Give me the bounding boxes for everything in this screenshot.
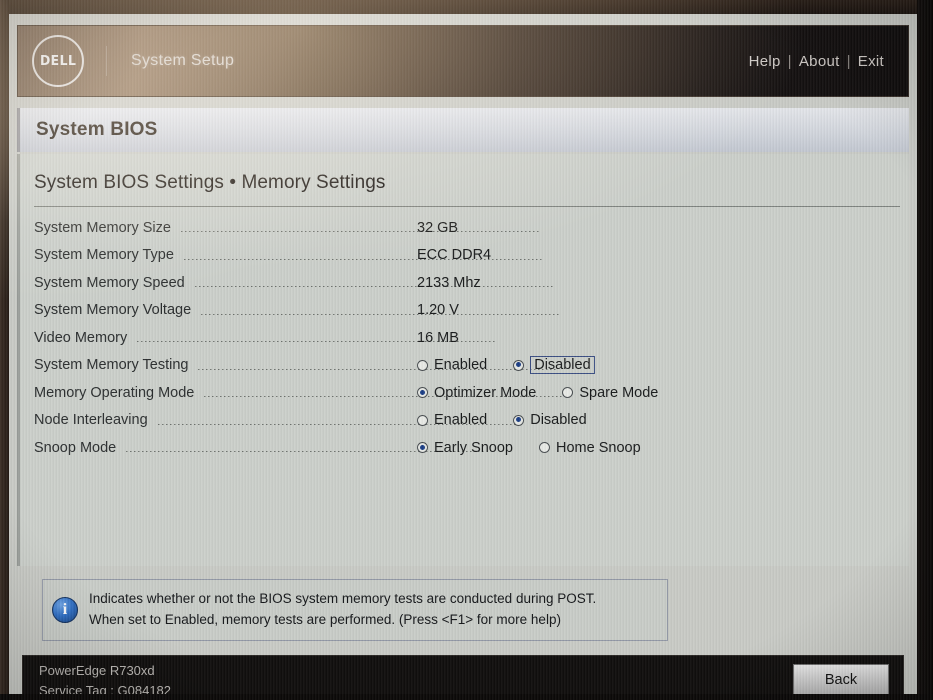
radio-option-label: Spare Mode bbox=[579, 384, 659, 401]
setting-value: 2133 Mhz bbox=[417, 274, 481, 291]
setting-value-area: Early Snoop Home Snoop bbox=[417, 434, 641, 462]
radio-group: Optimizer Mode Spare Mode bbox=[417, 385, 658, 401]
back-button[interactable]: Back bbox=[793, 664, 889, 695]
help-line-1: Indicates whether or not the BIOS system… bbox=[89, 591, 597, 607]
radio-option[interactable]: Disabled bbox=[513, 356, 595, 375]
bios-screen: DELL System Setup Help | About | Exit Sy… bbox=[9, 14, 917, 700]
radio-option-label: Early Snoop bbox=[434, 439, 513, 456]
dell-logo-text: DELL bbox=[39, 53, 77, 69]
radio-unselected-icon[interactable] bbox=[539, 442, 550, 454]
radio-option-label: Home Snoop bbox=[556, 439, 641, 456]
radio-option[interactable]: Disabled bbox=[513, 412, 587, 429]
setting-label: Node Interleaving bbox=[34, 412, 148, 429]
radio-option[interactable]: Spare Mode bbox=[562, 385, 658, 401]
header-links: Help | About | Exit bbox=[749, 53, 884, 70]
system-model-label: PowerEdge R730xd bbox=[39, 663, 155, 678]
setting-value: 16 MB bbox=[417, 329, 459, 346]
setting-label: System Memory Testing bbox=[34, 357, 189, 374]
setting-row: System Memory Type ECC DDR4 bbox=[34, 242, 900, 270]
setting-label: System Memory Speed bbox=[34, 274, 185, 291]
setting-label: Snoop Mode bbox=[34, 439, 117, 456]
setting-value-area: ECC DDR4 bbox=[417, 242, 491, 270]
help-text: Indicates whether or not the BIOS system… bbox=[89, 589, 596, 631]
setting-value-area: 16 MB bbox=[417, 324, 459, 352]
dell-logo-icon: DELL bbox=[32, 35, 84, 87]
setting-value: 32 GB bbox=[417, 219, 459, 236]
radio-option-label: Disabled bbox=[530, 412, 587, 429]
setting-value-area: Optimizer Mode Spare Mode bbox=[417, 379, 658, 407]
radio-option-label: Disabled bbox=[530, 356, 595, 375]
setting-value: ECC DDR4 bbox=[417, 247, 492, 264]
bezel-right bbox=[917, 0, 933, 700]
setting-value-area: Enabled Disabled bbox=[417, 352, 595, 380]
help-link[interactable]: Help bbox=[749, 53, 781, 70]
setting-row: Memory Operating Mode Optimizer Mode Spare… bbox=[34, 379, 900, 407]
radio-selected-icon[interactable] bbox=[513, 414, 525, 426]
help-box: i Indicates whether or not the BIOS syst… bbox=[42, 579, 668, 641]
exit-link[interactable]: Exit bbox=[858, 53, 884, 70]
setting-row: System Memory Speed 2133 Mhz bbox=[34, 269, 900, 297]
radio-group: Early Snoop Home Snoop bbox=[417, 440, 641, 456]
setting-row: Snoop Mode Early Snoop Home Snoop bbox=[34, 434, 900, 462]
link-separator-1: | bbox=[787, 52, 792, 70]
setting-row: Video Memory 16 MB bbox=[34, 324, 900, 352]
radio-option[interactable]: Early Snoop bbox=[417, 440, 513, 456]
info-icon-glyph: i bbox=[62, 601, 68, 618]
setting-row: System Memory Voltage 1.20 V bbox=[34, 297, 900, 325]
radio-group: Enabled Disabled bbox=[417, 356, 595, 375]
link-separator-2: | bbox=[846, 52, 851, 70]
radio-option-label: Optimizer Mode bbox=[434, 384, 537, 401]
leader-dots bbox=[180, 231, 541, 233]
radio-group: Enabled Disabled bbox=[417, 412, 587, 428]
bezel-left bbox=[0, 0, 9, 700]
setting-label: Video Memory bbox=[34, 329, 128, 346]
setting-row: System Memory Size 32 GB bbox=[34, 214, 900, 242]
setting-value-area: 2133 Mhz bbox=[417, 269, 481, 297]
subtitle-divider bbox=[34, 206, 900, 207]
monitor-photo: DELL System Setup Help | About | Exit Sy… bbox=[0, 0, 933, 700]
setting-value-area: 1.20 V bbox=[417, 297, 459, 325]
setting-value-area: Enabled Disabled bbox=[417, 407, 587, 435]
radio-unselected-icon[interactable] bbox=[417, 359, 428, 371]
bezel-bottom bbox=[0, 694, 933, 700]
setting-label: System Memory Type bbox=[34, 247, 174, 264]
radio-option[interactable]: Optimizer Mode bbox=[417, 385, 536, 401]
setting-row: System Memory Testing Enabled Disabled bbox=[34, 352, 900, 380]
radio-selected-icon[interactable] bbox=[513, 359, 525, 371]
setting-label: Memory Operating Mode bbox=[34, 384, 195, 401]
setting-label: System Memory Size bbox=[34, 219, 171, 236]
settings-list: System Memory Size 32 GB System Memory Typ… bbox=[34, 214, 900, 462]
radio-option-label: Enabled bbox=[434, 357, 488, 374]
about-link[interactable]: About bbox=[799, 53, 840, 70]
setting-label: System Memory Voltage bbox=[34, 302, 192, 319]
radio-option[interactable]: Home Snoop bbox=[539, 440, 641, 456]
radio-selected-icon[interactable] bbox=[417, 387, 428, 399]
leader-dots bbox=[201, 313, 562, 315]
radio-option[interactable]: Enabled bbox=[417, 412, 487, 428]
radio-option[interactable]: Enabled bbox=[417, 357, 487, 373]
dell-header-bar: DELL System Setup Help | About | Exit bbox=[17, 25, 909, 97]
page-title: System BIOS bbox=[36, 119, 158, 140]
help-line-2: When set to Enabled, memory tests are pe… bbox=[89, 612, 561, 627]
setting-value: 1.20 V bbox=[417, 302, 459, 319]
breadcrumb-subtitle: System BIOS Settings • Memory Settings bbox=[34, 172, 386, 193]
setting-value-area: 32 GB bbox=[417, 214, 458, 242]
header-divider bbox=[106, 46, 107, 76]
settings-content-panel: System BIOS Settings • Memory Settings S… bbox=[17, 154, 909, 566]
header-title: System Setup bbox=[131, 52, 235, 69]
info-icon: i bbox=[52, 597, 78, 623]
radio-selected-icon[interactable] bbox=[417, 442, 428, 454]
setting-row: Node Interleaving Enabled Disabled bbox=[34, 407, 900, 435]
system-bios-title-band: System BIOS bbox=[17, 108, 909, 152]
radio-unselected-icon[interactable] bbox=[562, 387, 574, 399]
radio-option-label: Enabled bbox=[434, 412, 488, 429]
radio-unselected-icon[interactable] bbox=[417, 414, 428, 426]
leader-dots bbox=[194, 286, 555, 288]
bezel-top bbox=[0, 0, 933, 14]
